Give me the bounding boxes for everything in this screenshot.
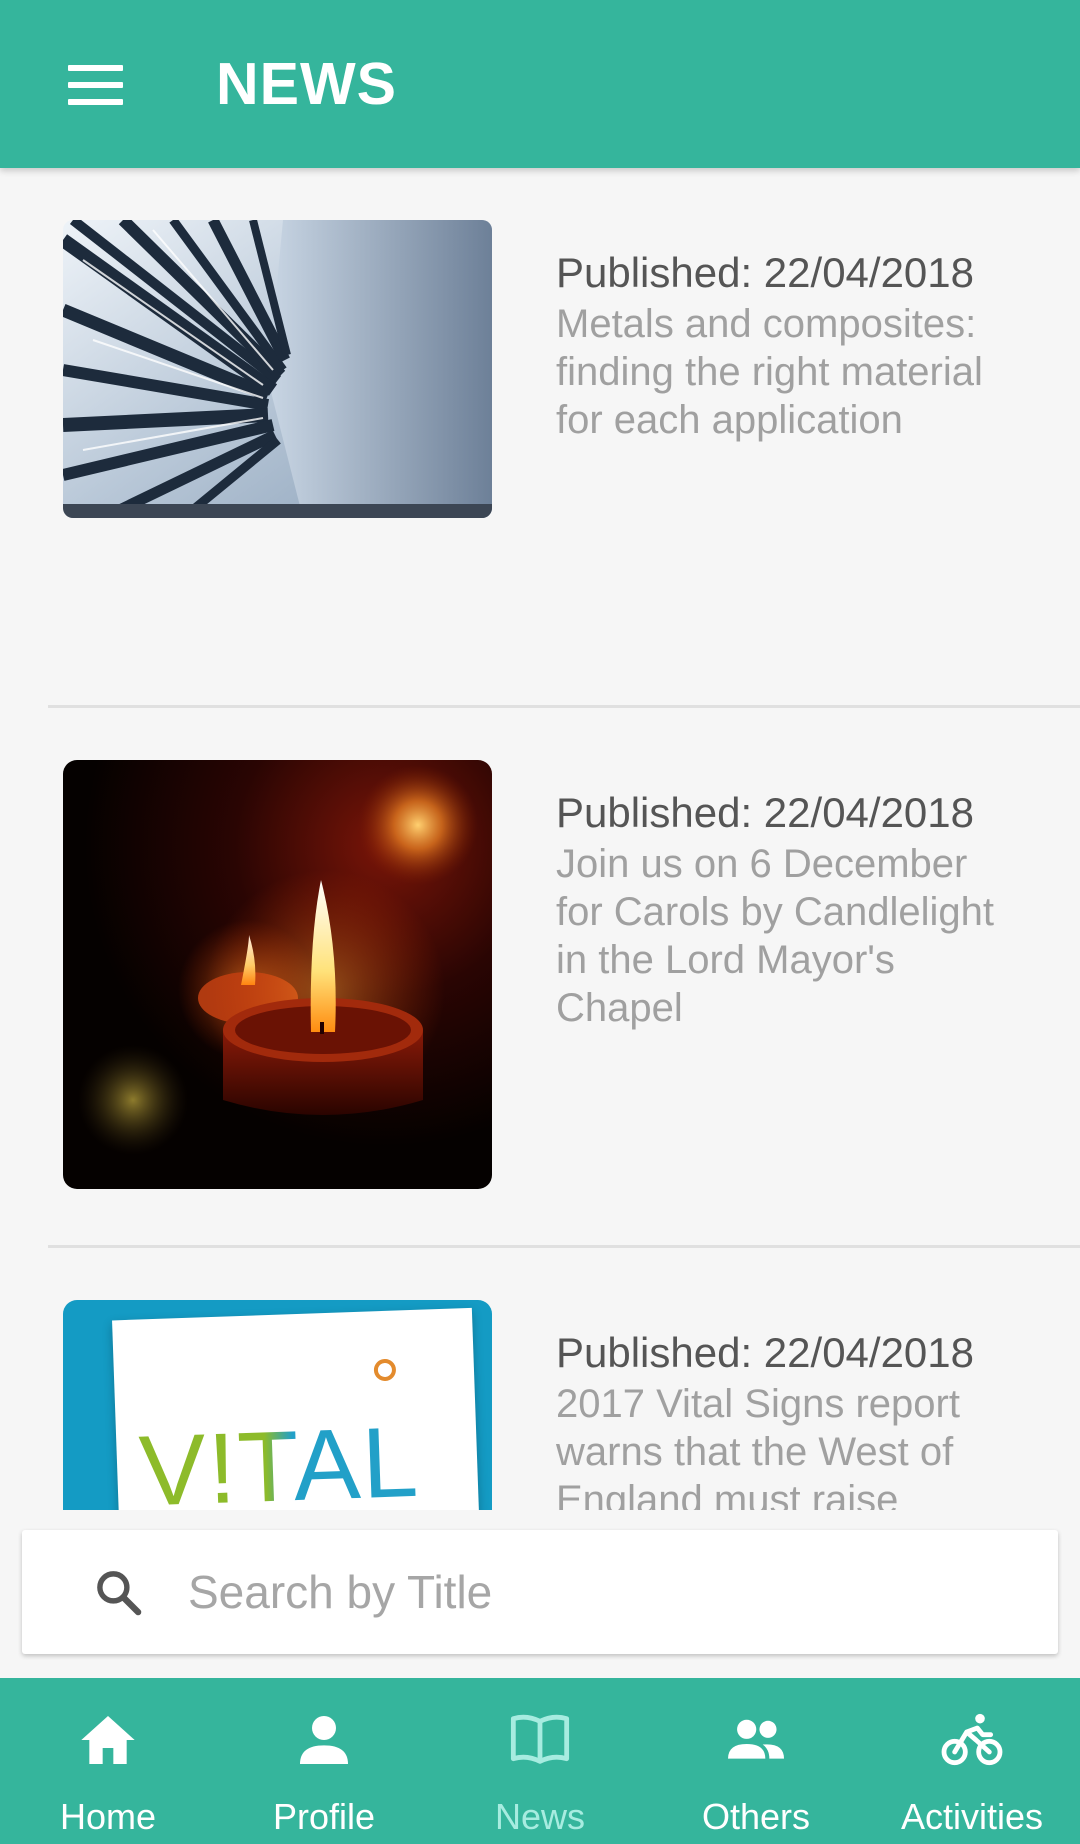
published-date: Published: 22/04/2018 [556,1329,975,1376]
news-item[interactable]: Published: 22/04/2018 Join us on 6 Decem… [0,708,1080,1248]
person-icon [300,1716,348,1764]
nav-item-activities[interactable]: Activities [864,1678,1080,1844]
search-panel [0,1510,1080,1678]
nav-label: Activities [900,1796,1044,1837]
hamburger-menu-icon-bar [68,99,123,105]
foundation-logo-icon [373,1358,397,1382]
news-headline[interactable]: Join us on 6 December for Carols by Cand… [556,840,996,1032]
news-feed[interactable]: Published: 22/04/2018 Metals and composi… [0,168,1080,1510]
news-headline[interactable]: Metals and composites: finding the right… [556,300,996,444]
page-title: NEWS [216,51,397,117]
nav-label: News [494,1796,586,1837]
search-icon[interactable] [92,1566,146,1620]
news-text: Published: 22/04/2018 Join us on 6 Decem… [556,788,996,1032]
hamburger-menu-icon [68,65,123,71]
nav-label: Profile [272,1796,376,1837]
menu-button[interactable] [58,52,132,118]
carbon-fibre-image [63,220,492,518]
report-cover-title: V!TAL [137,1405,421,1510]
nav-label: Home [59,1796,157,1837]
published-date: Published: 22/04/2018 [556,249,975,296]
nav-item-home[interactable]: Home [0,1678,216,1844]
news-headline[interactable]: 2017 Vital Signs report warns that the W… [556,1380,996,1510]
app-bar: NEWS [0,0,1080,168]
book-icon [510,1714,570,1764]
news-thumbnail[interactable] [63,220,492,518]
report-cover: V!TAL [112,1307,490,1510]
nav-item-profile[interactable]: Profile [216,1678,432,1844]
news-thumbnail[interactable]: V!TAL [63,1300,492,1510]
people-icon [728,1719,784,1759]
published-date: Published: 22/04/2018 [556,789,975,836]
bottom-navigation: Home Profile News Others Activities [0,1678,1080,1844]
news-item[interactable]: Published: 22/04/2018 Metals and composi… [0,168,1080,708]
news-text: Published: 22/04/2018 2017 Vital Signs r… [556,1328,996,1510]
bicycle-icon [941,1713,1003,1766]
search-input[interactable] [188,1554,1028,1630]
home-icon [81,1716,135,1764]
search-bar[interactable] [22,1530,1058,1654]
nav-item-news[interactable]: News [432,1678,648,1844]
news-text: Published: 22/04/2018 Metals and composi… [556,248,996,444]
hamburger-menu-icon-bar [68,82,123,88]
news-thumbnail[interactable] [63,760,492,1189]
nav-label: Others [701,1796,811,1837]
nav-item-others[interactable]: Others [648,1678,864,1844]
news-item[interactable]: V!TAL Published: 22/04/2018 2017 Vital S… [0,1248,1080,1510]
candles-image [63,760,492,1189]
